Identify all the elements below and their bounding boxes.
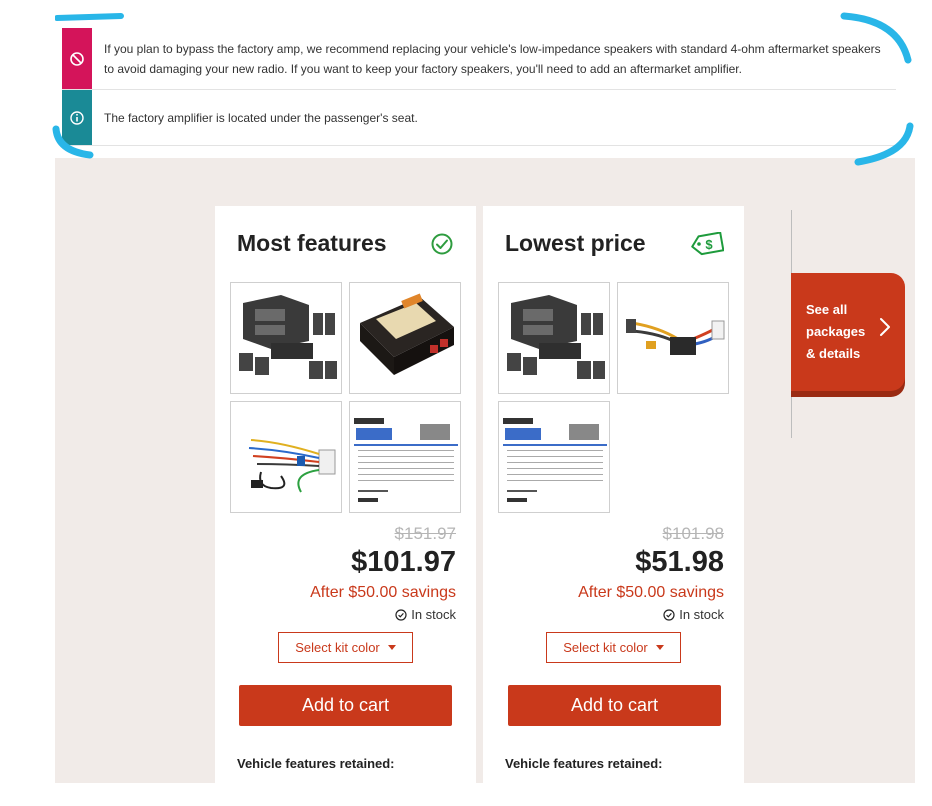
sale-price: $101.97 bbox=[351, 546, 456, 578]
product-image-wiring-harness[interactable] bbox=[230, 401, 342, 513]
features-heading: Vehicle features retained: bbox=[505, 756, 663, 771]
product-image-dash-kit[interactable] bbox=[230, 282, 342, 394]
warning-alert: If you plan to bypass the factory amp, w… bbox=[62, 28, 896, 90]
original-price: $101.98 bbox=[662, 524, 724, 543]
features-heading: Vehicle features retained: bbox=[237, 756, 395, 771]
highlight-brush-mark-top-left bbox=[55, 13, 124, 21]
kit-color-select-label: Select kit color bbox=[295, 640, 380, 655]
see-all-label: See all packages & details bbox=[806, 302, 866, 361]
caret-down-icon bbox=[387, 645, 396, 650]
add-to-cart-button[interactable]: Add to cart bbox=[239, 685, 452, 726]
info-icon bbox=[70, 110, 84, 125]
package-card-lowest-price: Lowest price $ $101.98 $51.98 After $50.… bbox=[483, 206, 744, 806]
interface-harness-image bbox=[626, 319, 725, 355]
dash-kit-image bbox=[239, 295, 337, 379]
savings-text: After $50.00 savings bbox=[310, 584, 456, 601]
check-circle-small-icon bbox=[395, 608, 407, 621]
kit-color-select[interactable]: Select kit color bbox=[546, 632, 681, 663]
kit-color-select-label: Select kit color bbox=[563, 640, 648, 655]
add-to-cart-button[interactable]: Add to cart bbox=[508, 685, 721, 726]
highlight-brush-mark-top-right bbox=[840, 12, 912, 64]
mastersheet-image bbox=[503, 416, 607, 508]
stock-status: In stock bbox=[663, 607, 724, 622]
svg-text:$: $ bbox=[705, 237, 713, 252]
package-title: Most features bbox=[237, 230, 387, 256]
product-image-dash-kit[interactable] bbox=[498, 282, 610, 394]
product-image-crux-interface[interactable] bbox=[349, 282, 461, 394]
highlight-brush-mark-left bbox=[52, 125, 94, 159]
info-alert: The factory amplifier is located under t… bbox=[62, 90, 896, 146]
product-image-interface-harness[interactable] bbox=[617, 282, 729, 394]
highlight-brush-mark-right bbox=[854, 122, 914, 166]
wiring-harness-image bbox=[248, 439, 336, 493]
product-image-mastersheet[interactable] bbox=[349, 401, 461, 513]
check-circle-small-icon bbox=[663, 608, 675, 621]
packages-section: Most features $151.97 $101.97 After $50.… bbox=[55, 158, 915, 806]
info-alert-text: The factory amplifier is located under t… bbox=[104, 110, 418, 125]
warning-badge bbox=[62, 28, 92, 89]
kit-color-select[interactable]: Select kit color bbox=[278, 632, 413, 663]
chevron-right-icon bbox=[880, 318, 890, 336]
warning-alert-text: If you plan to bypass the factory amp, w… bbox=[104, 41, 881, 76]
stock-label: In stock bbox=[679, 607, 724, 622]
alerts-list: If you plan to bypass the factory amp, w… bbox=[62, 28, 896, 146]
no-entry-icon bbox=[70, 51, 84, 66]
package-title: Lowest price bbox=[505, 230, 646, 256]
dash-kit-image bbox=[507, 295, 605, 379]
stock-label: In stock bbox=[411, 607, 456, 622]
see-all-packages-button[interactable]: See all packages & details bbox=[791, 273, 905, 391]
price-tag-icon: $ bbox=[691, 232, 724, 256]
mastersheet-image bbox=[354, 416, 458, 508]
package-card-most-features: Most features $151.97 $101.97 After $50.… bbox=[215, 206, 476, 806]
savings-text: After $50.00 savings bbox=[578, 584, 724, 601]
caret-down-icon bbox=[655, 645, 664, 650]
stock-status: In stock bbox=[395, 607, 456, 622]
original-price: $151.97 bbox=[394, 524, 456, 543]
product-image-mastersheet[interactable] bbox=[498, 401, 610, 513]
sale-price: $51.98 bbox=[635, 546, 724, 578]
check-circle-icon bbox=[431, 233, 453, 255]
crux-interface-image bbox=[360, 293, 454, 375]
